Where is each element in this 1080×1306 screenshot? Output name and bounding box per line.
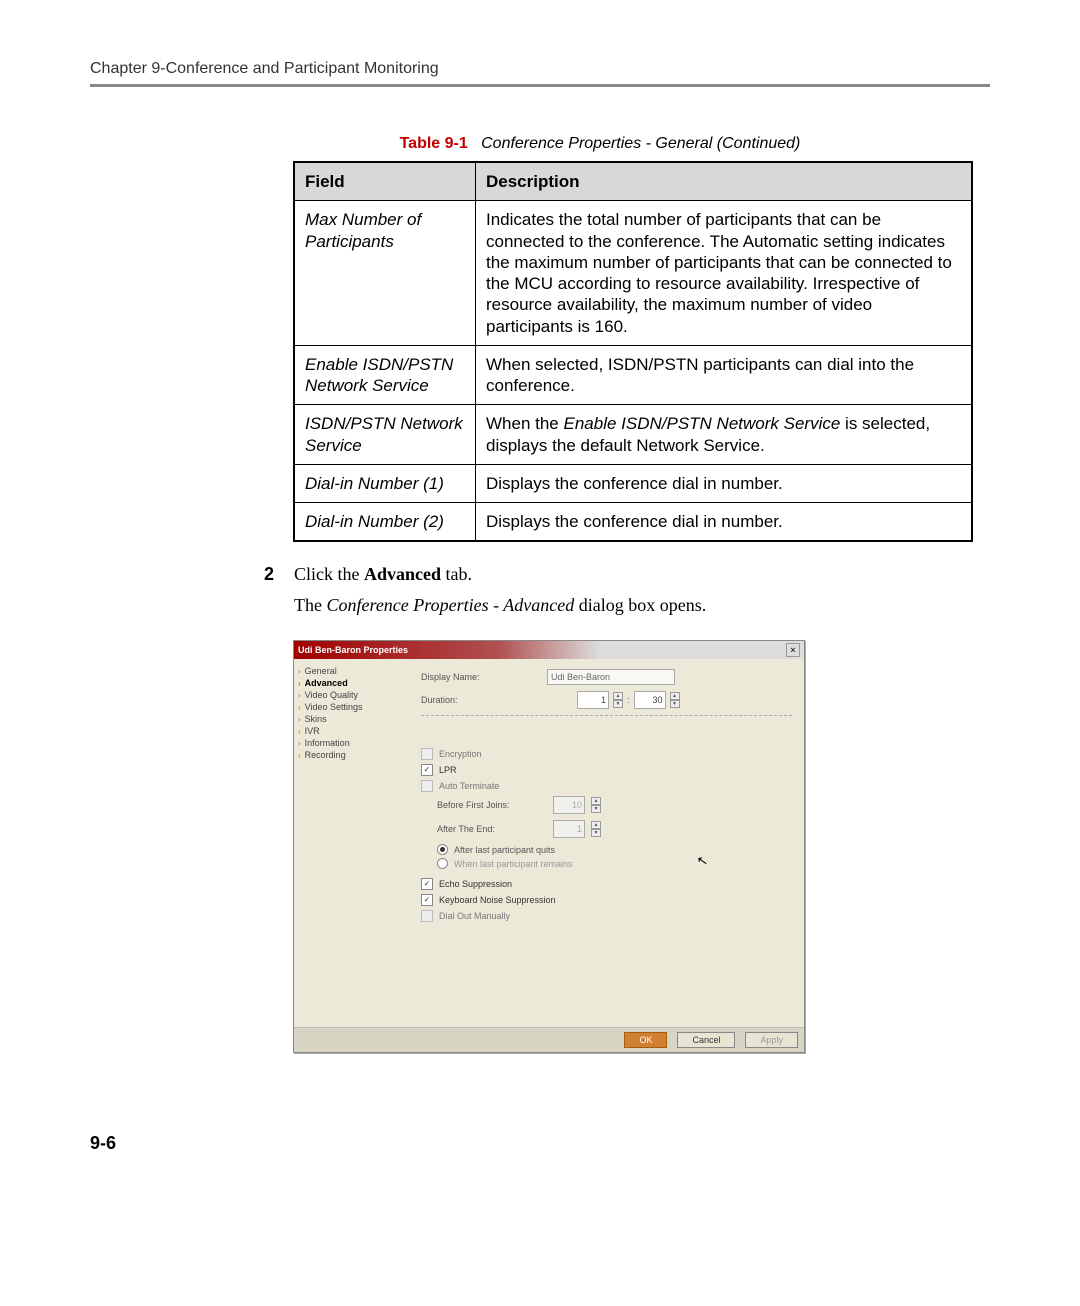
keyboard-noise-label: Keyboard Noise Suppression bbox=[439, 895, 556, 905]
spinner-buttons[interactable]: ▲▼ bbox=[591, 821, 601, 837]
step-number: 2 bbox=[260, 564, 274, 616]
page-number: 9-6 bbox=[90, 1133, 990, 1154]
nav-general[interactable]: ›General bbox=[298, 665, 403, 677]
table-caption: Table 9-1 Conference Properties - Genera… bbox=[210, 135, 990, 153]
nav-recording[interactable]: ›Recording bbox=[298, 749, 403, 761]
nav-skins[interactable]: ›Skins bbox=[298, 713, 403, 725]
chevron-right-icon: › bbox=[298, 715, 301, 724]
chevron-right-icon: › bbox=[298, 727, 301, 736]
step-line-1: Click the Advanced tab. bbox=[294, 564, 990, 585]
encryption-label: Encryption bbox=[439, 749, 482, 759]
keyboard-noise-checkbox[interactable]: ✓ bbox=[421, 894, 433, 906]
echo-checkbox[interactable]: ✓ bbox=[421, 878, 433, 890]
desc-cell: When selected, ISDN/PSTN participants ca… bbox=[476, 345, 973, 405]
spinner-buttons[interactable]: ▲▼ bbox=[670, 692, 680, 708]
lpr-checkbox[interactable]: ✓ bbox=[421, 764, 433, 776]
before-first-input[interactable] bbox=[553, 796, 585, 814]
nav-video-settings[interactable]: ›Video Settings bbox=[298, 701, 403, 713]
chevron-right-icon: › bbox=[298, 691, 301, 700]
duration-hours-input[interactable] bbox=[577, 691, 609, 709]
chevron-right-icon: › bbox=[298, 739, 301, 748]
nav-information[interactable]: ›Information bbox=[298, 737, 403, 749]
apply-button[interactable]: Apply bbox=[745, 1032, 798, 1048]
col-description: Description bbox=[476, 162, 973, 201]
table-row: Dial-in Number (1) Displays the conferen… bbox=[294, 464, 972, 502]
before-first-label: Before First Joins: bbox=[437, 800, 547, 810]
dialog-title: Udi Ben-Baron Properties bbox=[298, 645, 408, 655]
chapter-header: Chapter 9-Conference and Participant Mon… bbox=[90, 60, 990, 78]
close-icon[interactable]: × bbox=[786, 643, 800, 657]
field-cell: Max Number of Participants bbox=[294, 201, 476, 346]
nav-advanced[interactable]: ›Advanced bbox=[298, 677, 403, 689]
table-row: Max Number of Participants Indicates the… bbox=[294, 201, 972, 346]
chevron-right-icon: › bbox=[298, 751, 301, 760]
desc-cell: Displays the conference dial in number. bbox=[476, 464, 973, 502]
chevron-right-icon: › bbox=[298, 667, 301, 676]
display-name-label: Display Name: bbox=[421, 672, 541, 682]
display-name-input[interactable] bbox=[547, 669, 675, 685]
step-line-2: The Conference Properties - Advanced dia… bbox=[294, 595, 990, 616]
desc-cell: Displays the conference dial in number. bbox=[476, 503, 973, 542]
dial-out-checkbox[interactable] bbox=[421, 910, 433, 922]
auto-terminate-label: Auto Terminate bbox=[439, 781, 499, 791]
after-end-label: After The End: bbox=[437, 824, 547, 834]
encryption-checkbox[interactable] bbox=[421, 748, 433, 760]
field-cell: Dial-in Number (1) bbox=[294, 464, 476, 502]
radio-after-quits[interactable] bbox=[437, 844, 448, 855]
table-row: Dial-in Number (2) Displays the conferen… bbox=[294, 503, 972, 542]
radio-after-quits-label: After last participant quits bbox=[454, 845, 555, 855]
col-field: Field bbox=[294, 162, 476, 201]
spinner-buttons[interactable]: ▲▼ bbox=[591, 797, 601, 813]
duration-minutes-input[interactable] bbox=[634, 691, 666, 709]
chevron-right-icon: › bbox=[298, 703, 301, 712]
auto-terminate-checkbox[interactable] bbox=[421, 780, 433, 792]
separator bbox=[421, 715, 792, 716]
dialog-nav: ›General ›Advanced ›Video Quality ›Video… bbox=[294, 659, 407, 1027]
table-row: ISDN/PSTN Network Service When the Enabl… bbox=[294, 405, 972, 465]
lpr-label: LPR bbox=[439, 765, 457, 775]
desc-cell: Indicates the total number of participan… bbox=[476, 201, 973, 346]
step: 2 Click the Advanced tab. The Conference… bbox=[260, 564, 990, 616]
desc-cell: When the Enable ISDN/PSTN Network Servic… bbox=[476, 405, 973, 465]
field-cell: Dial-in Number (2) bbox=[294, 503, 476, 542]
spinner-buttons[interactable]: ▲▼ bbox=[613, 692, 623, 708]
dialog-main: Display Name: Duration: ▲▼ : ▲▼ bbox=[407, 659, 804, 1027]
duration-separator: : bbox=[627, 695, 630, 705]
table-caption-title: Conference Properties - General (Continu… bbox=[481, 135, 800, 152]
cancel-button[interactable]: Cancel bbox=[677, 1032, 735, 1048]
dial-out-label: Dial Out Manually bbox=[439, 911, 510, 921]
header-rule bbox=[90, 84, 990, 87]
after-end-input[interactable] bbox=[553, 820, 585, 838]
duration-label: Duration: bbox=[421, 695, 541, 705]
nav-ivr[interactable]: ›IVR bbox=[298, 725, 403, 737]
properties-dialog: Udi Ben-Baron Properties × ›General ›Adv… bbox=[293, 640, 805, 1053]
chevron-right-icon: › bbox=[298, 679, 301, 688]
dialog-titlebar[interactable]: Udi Ben-Baron Properties × bbox=[294, 641, 804, 659]
properties-table: Field Description Max Number of Particip… bbox=[293, 161, 973, 542]
dialog-buttons: OK Cancel Apply bbox=[294, 1027, 804, 1052]
nav-video-quality[interactable]: ›Video Quality bbox=[298, 689, 403, 701]
radio-when-remains[interactable] bbox=[437, 858, 448, 869]
table-row: Enable ISDN/PSTN Network Service When se… bbox=[294, 345, 972, 405]
field-cell: ISDN/PSTN Network Service bbox=[294, 405, 476, 465]
ok-button[interactable]: OK bbox=[624, 1032, 667, 1048]
echo-label: Echo Suppression bbox=[439, 879, 512, 889]
radio-when-remains-label: When last participant remains bbox=[454, 859, 573, 869]
table-caption-label: Table 9-1 bbox=[400, 135, 468, 152]
field-cell: Enable ISDN/PSTN Network Service bbox=[294, 345, 476, 405]
